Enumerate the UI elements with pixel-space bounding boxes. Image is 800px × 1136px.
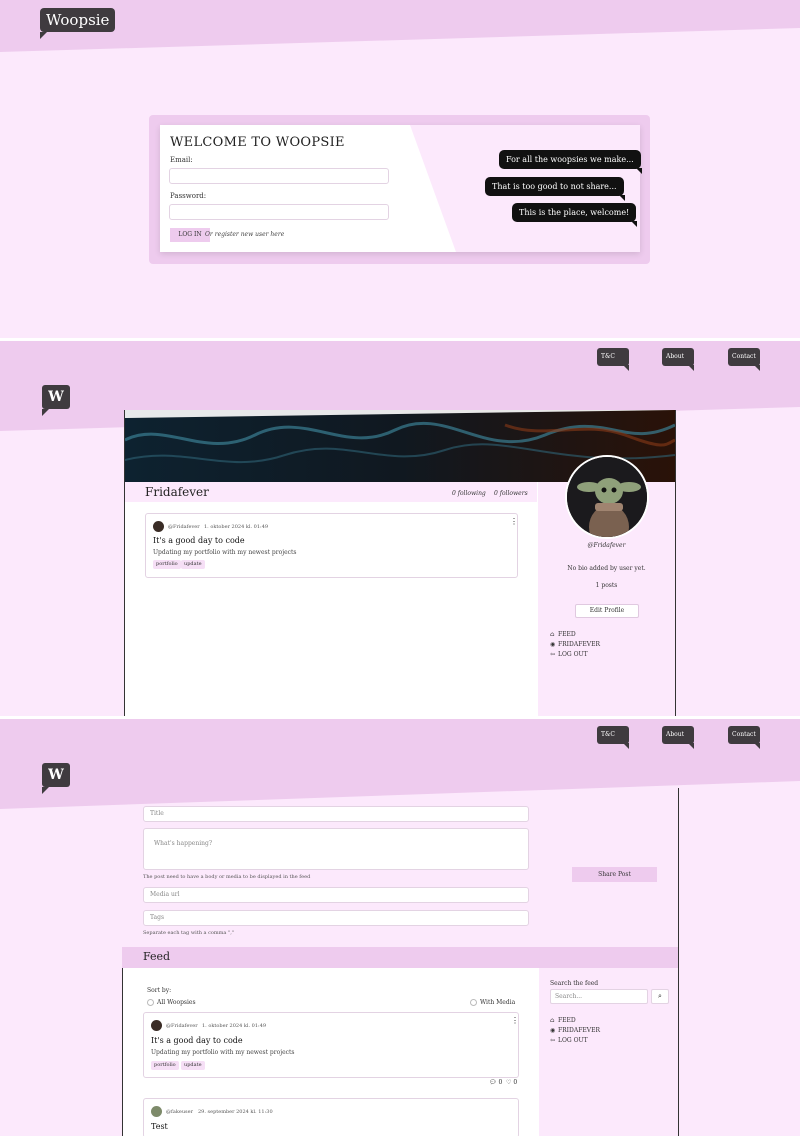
edit-profile-button[interactable]: Edit Profile xyxy=(575,604,639,618)
post-body-hint: The post need to have a body or media to… xyxy=(143,874,311,880)
post-date: 1. oktober 2024 kl. 01:49 xyxy=(202,1023,267,1029)
comment-count: 0 xyxy=(498,1079,503,1086)
sort-all-label[interactable]: All Woopsies xyxy=(157,999,196,1006)
profile-avatar xyxy=(565,455,649,539)
logout-icon: ⇦ xyxy=(550,1037,556,1044)
media-url-input[interactable]: Media url xyxy=(143,887,529,903)
post-author-avatar xyxy=(153,521,164,532)
nav-tc-button[interactable]: T&C xyxy=(597,348,629,371)
heart-icon: ♡ xyxy=(506,1079,512,1086)
chat-bubble-3: This is the place, welcome! xyxy=(512,203,638,227)
email-label: Email: xyxy=(170,156,193,164)
post-tag[interactable]: update xyxy=(181,1061,205,1070)
feed-title: Feed xyxy=(143,950,171,963)
post-title-input[interactable]: Title xyxy=(143,806,529,822)
nav-contact-button[interactable]: Contact xyxy=(728,348,760,371)
post-author-avatar xyxy=(151,1020,162,1031)
menu-profile-label: FRIDAFEVER xyxy=(558,641,600,648)
tags-hint: Separate each tag with a comma "," xyxy=(143,930,235,936)
post-options-icon[interactable]: ⋮ xyxy=(511,1016,519,1025)
home-icon: ⌂ xyxy=(550,631,555,638)
post-body: Updating my portfolio with my newest pro… xyxy=(153,549,297,556)
login-title: WELCOME TO WOOPSIE xyxy=(170,135,345,150)
sort-all-radio[interactable] xyxy=(147,999,154,1006)
post-author[interactable]: @Fridafever xyxy=(166,1023,198,1029)
post-date: 29. september 2024 kl. 11:30 xyxy=(198,1109,273,1115)
menu-logout[interactable]: ⇦ LOG OUT xyxy=(550,1037,588,1044)
section-divider xyxy=(0,338,800,341)
menu-profile[interactable]: ◉ FRIDAFEVER xyxy=(550,641,600,648)
following-count[interactable]: 0 following xyxy=(452,490,486,497)
woopsie-logo-small[interactable]: W xyxy=(42,385,70,416)
menu-feed[interactable]: ⌂ FEED xyxy=(550,1017,576,1024)
profile-bio: No bio added by user yet. xyxy=(567,565,646,572)
tags-input[interactable]: Tags xyxy=(143,910,529,926)
user-icon: ◉ xyxy=(550,1027,556,1034)
password-label: Password: xyxy=(170,192,207,200)
feed-post-card[interactable]: @Fridafever 1. oktober 2024 kl. 01:49 ⋮ … xyxy=(143,1012,519,1078)
post-author[interactable]: @fakeuser xyxy=(166,1109,193,1115)
post-title: Test xyxy=(151,1122,168,1131)
like-count: 0 xyxy=(513,1079,518,1086)
menu-feed-label: FEED xyxy=(558,1017,576,1024)
menu-feed[interactable]: ⌂ FEED xyxy=(550,631,576,638)
search-input[interactable]: Search... xyxy=(550,989,648,1004)
profile-handle: @Fridafever xyxy=(587,542,626,549)
chat-bubble-1: For all the woopsies we make... xyxy=(499,150,642,174)
post-date: 1. oktober 2024 kl. 01:49 xyxy=(204,524,269,530)
post-body: Updating my portfolio with my newest pro… xyxy=(151,1049,295,1056)
menu-logout[interactable]: ⇦ LOG OUT xyxy=(550,651,588,658)
profile-name: Fridafever xyxy=(145,485,209,499)
menu-profile[interactable]: ◉ FRIDAFEVER xyxy=(550,1027,600,1034)
login-button[interactable]: LOG IN xyxy=(170,228,210,242)
woopsie-logo[interactable]: Woopsie xyxy=(40,8,116,39)
post-tag[interactable]: portfolio xyxy=(153,560,181,569)
post-title: It's a good day to code xyxy=(153,536,245,545)
user-icon: ◉ xyxy=(550,641,556,648)
followers-count[interactable]: 0 followers xyxy=(494,490,528,497)
email-field[interactable] xyxy=(169,168,389,184)
sort-media-label[interactable]: With Media xyxy=(480,999,515,1006)
search-button[interactable]: ⌕ xyxy=(651,989,669,1004)
nav-about-button[interactable]: About xyxy=(662,348,694,371)
menu-feed-label: FEED xyxy=(558,631,576,638)
comment-icon: 💬︎ xyxy=(489,1079,497,1086)
section-divider xyxy=(0,716,800,719)
post-comments[interactable]: 💬︎ 0 xyxy=(489,1079,502,1086)
search-label: Search the feed xyxy=(550,980,599,987)
feed-header xyxy=(122,947,678,968)
sort-label: Sort by: xyxy=(147,987,172,994)
post-author-avatar xyxy=(151,1106,162,1117)
search-icon: ⌕ xyxy=(658,992,662,1000)
top-header-band xyxy=(0,0,800,52)
sort-media-radio[interactable] xyxy=(470,999,477,1006)
home-icon: ⌂ xyxy=(550,1017,555,1024)
nav-tc-button[interactable]: T&C xyxy=(597,726,629,749)
post-body-textarea[interactable]: What's happening? xyxy=(143,828,529,870)
logout-icon: ⇦ xyxy=(550,651,556,658)
feed-post-card[interactable]: @fakeuser 29. september 2024 kl. 11:30 T… xyxy=(143,1098,519,1136)
post-title: It's a good day to code xyxy=(151,1036,243,1045)
menu-logout-label: LOG OUT xyxy=(558,1037,588,1044)
chat-bubble-2: That is too good to not share... xyxy=(485,177,625,201)
menu-logout-label: LOG OUT xyxy=(558,651,588,658)
password-field[interactable] xyxy=(169,204,389,220)
profile-post-card[interactable]: @Fridafever 1. oktober 2024 kl. 01:49 ⋮ … xyxy=(145,513,518,578)
post-tag[interactable]: portfolio xyxy=(151,1061,179,1070)
register-link[interactable]: Or register new user here xyxy=(205,231,284,238)
post-options-icon[interactable]: ⋮ xyxy=(510,517,518,526)
woopsie-logo-small[interactable]: W xyxy=(42,763,70,794)
post-author[interactable]: @Fridafever xyxy=(168,524,200,530)
share-post-button[interactable]: Share Post xyxy=(572,867,657,882)
nav-contact-button[interactable]: Contact xyxy=(728,726,760,749)
post-tag[interactable]: update xyxy=(181,560,205,569)
profile-page: Fridafever 0 following 0 followers @Frid… xyxy=(124,410,676,716)
menu-profile-label: FRIDAFEVER xyxy=(558,1027,600,1034)
profile-posts-count: 1 posts xyxy=(595,582,618,589)
post-likes[interactable]: ♡ 0 xyxy=(506,1079,517,1086)
nav-about-button[interactable]: About xyxy=(662,726,694,749)
